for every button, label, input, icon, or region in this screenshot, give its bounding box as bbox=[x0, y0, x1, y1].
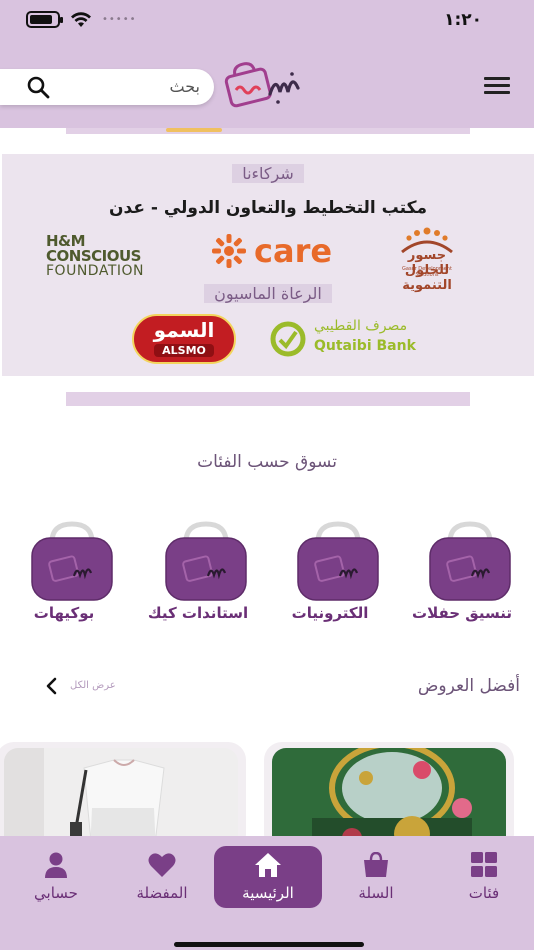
hamburger-menu-icon[interactable] bbox=[484, 77, 510, 95]
search-icon[interactable] bbox=[26, 75, 50, 99]
best-offers-title: أفضل العروض bbox=[417, 676, 520, 696]
partners-banner[interactable]: شركاءنا مكتب التخطيط والتعاون الدولي - ع… bbox=[2, 154, 534, 376]
hm-foundation-logo: H&M CONSCIOUS FOUNDATION bbox=[46, 232, 144, 279]
category-item[interactable]: استاندات كيك bbox=[148, 516, 248, 626]
categories-title: تسوق حسب الفئات bbox=[197, 452, 337, 472]
tab-favorites[interactable]: المفضلة bbox=[108, 846, 216, 908]
jusoor-logo: جسور للحلول التنموية Gasor Development S… bbox=[390, 224, 464, 293]
qutaibi-emblem-icon bbox=[270, 321, 306, 357]
tab-categories[interactable]: فئات bbox=[430, 846, 534, 908]
search-placeholder: بحث bbox=[169, 77, 201, 96]
banner-slide-peek bbox=[66, 128, 470, 134]
app-header: بحث bbox=[0, 44, 534, 128]
banner-dots-strip bbox=[66, 392, 470, 406]
category-item[interactable]: الكترونيات bbox=[282, 516, 379, 626]
category-bag-icon bbox=[429, 521, 511, 601]
category-bag-icon bbox=[165, 521, 247, 601]
chevron-left-icon[interactable] bbox=[44, 677, 60, 695]
tab-account[interactable]: حسابي bbox=[2, 846, 110, 908]
tab-home[interactable]: الرئيسية bbox=[214, 846, 322, 908]
grid-icon bbox=[471, 852, 497, 877]
bag-icon bbox=[364, 852, 388, 877]
wifi-icon bbox=[71, 11, 91, 27]
status-icons: ••••• bbox=[26, 11, 137, 28]
signal-dots: ••••• bbox=[102, 14, 137, 25]
category-item[interactable]: تنسيق حفلات bbox=[412, 516, 512, 626]
care-logo: care bbox=[210, 232, 336, 270]
tab-cart[interactable]: السلة bbox=[322, 846, 430, 908]
bazaar-logo[interactable] bbox=[222, 60, 304, 110]
qutaibi-bank-logo: مصرف القطيبي Qutaibi Bank bbox=[268, 318, 418, 362]
category-item[interactable]: بوكيهات bbox=[16, 516, 113, 626]
banner-shape bbox=[166, 128, 222, 132]
home-icon bbox=[255, 853, 281, 877]
view-all-link[interactable]: عرض الكل bbox=[70, 680, 116, 691]
alsmo-logo: السمو ALSMO bbox=[132, 314, 236, 364]
search-input[interactable]: بحث bbox=[0, 69, 214, 105]
heart-icon bbox=[148, 853, 176, 877]
partners-title: شركاءنا bbox=[2, 164, 534, 183]
home-indicator bbox=[174, 942, 364, 947]
sponsors-title: الرعاة الماسيون bbox=[2, 284, 534, 303]
battery-icon bbox=[26, 11, 63, 28]
banner-slider-edge bbox=[0, 128, 534, 152]
status-time: ١:٢٠ bbox=[444, 10, 482, 30]
app-screen: ••••• ١:٢٠ بحث شركاءنا مكتب التخطيط والت… bbox=[0, 0, 534, 950]
status-bar: ••••• ١:٢٠ bbox=[0, 0, 534, 44]
category-bag-icon bbox=[31, 521, 113, 601]
bottom-tab-bar: فئات السلة الرئيسية المفضلة حسابي bbox=[0, 836, 534, 950]
user-icon bbox=[45, 852, 67, 878]
category-bag-icon bbox=[297, 521, 379, 601]
partner-name: مكتب التخطيط والتعاون الدولي - عدن bbox=[109, 198, 427, 218]
care-emblem-icon bbox=[212, 234, 246, 268]
